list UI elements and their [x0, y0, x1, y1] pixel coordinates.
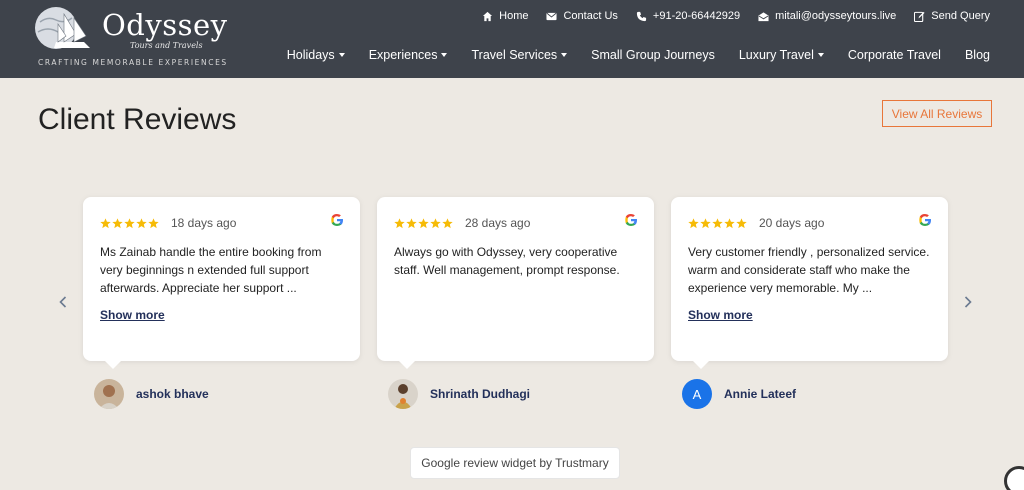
- nav-holidays[interactable]: Holidays: [287, 48, 345, 62]
- section-title: Client Reviews: [38, 103, 237, 136]
- review-date: 20 days ago: [759, 216, 825, 230]
- review-text: Always go with Odyssey, very cooperative…: [394, 245, 620, 277]
- main-nav: Holidays Experiences Travel Services Sma…: [287, 48, 990, 62]
- reviewer-name: Annie Lateef: [724, 387, 797, 401]
- envelope-icon: [546, 12, 558, 20]
- google-icon: [331, 214, 343, 226]
- top-link-send-query-label: Send Query: [931, 10, 990, 22]
- top-link-phone[interactable]: +91-20-66442929: [636, 10, 740, 22]
- home-icon: [483, 11, 493, 21]
- review-card: 18 days ago Ms Zainab handle the entire …: [83, 197, 360, 369]
- star-icon: [442, 217, 453, 228]
- nav-blog-label: Blog: [964, 48, 990, 62]
- avatar: A: [682, 379, 712, 409]
- star-icon: [112, 217, 123, 228]
- chat-widget-button[interactable]: [1004, 466, 1024, 490]
- star-rating: [394, 217, 453, 229]
- caret-down-icon: [561, 53, 568, 57]
- caret-down-icon: [817, 53, 824, 57]
- star-icon: [406, 217, 417, 228]
- nav-corporate-travel[interactable]: Corporate Travel: [848, 48, 941, 62]
- reviewer: ashok bhave: [94, 379, 209, 409]
- top-link-email[interactable]: mitali@odysseytours.live: [758, 10, 896, 22]
- star-icon: [124, 217, 135, 228]
- globe-ship-icon: [35, 7, 90, 49]
- carousel-prev-button[interactable]: [56, 294, 70, 310]
- top-link-contact-label: Contact Us: [563, 10, 618, 22]
- star-icon: [418, 217, 429, 228]
- star-icon: [100, 217, 111, 228]
- star-icon: [430, 217, 441, 228]
- star-icon: [724, 217, 735, 228]
- nav-small-group-journeys[interactable]: Small Group Journeys: [591, 48, 715, 62]
- view-all-reviews-button[interactable]: View All Reviews: [882, 100, 992, 127]
- star-icon: [712, 217, 723, 228]
- avatar-initial: A: [692, 386, 702, 402]
- star-icon: [136, 217, 147, 228]
- top-contact-bar: Home Contact Us +91-20-66442929 mitali@o…: [482, 10, 990, 22]
- nav-holidays-label: Holidays: [286, 48, 335, 62]
- brand-tagline: CRAFTING MEMORABLE EXPERIENCES: [38, 58, 228, 67]
- brand-logo[interactable]: Odyssey Tours and Travels CRAFTING MEMOR…: [34, 4, 234, 68]
- star-icon: [148, 217, 159, 228]
- reviewer-name: ashok bhave: [136, 387, 209, 401]
- email-open-icon: [758, 11, 769, 21]
- top-link-phone-label: +91-20-66442929: [652, 10, 741, 22]
- reviewer: A Annie Lateef: [682, 379, 796, 409]
- nav-travel-services[interactable]: Travel Services: [471, 48, 568, 62]
- nav-small-group-label: Small Group Journeys: [591, 48, 715, 62]
- trustmary-widget-badge[interactable]: Google review widget by Trustmary: [410, 447, 620, 479]
- star-icon: [736, 217, 747, 228]
- brand-name: Odyssey: [102, 8, 228, 42]
- star-icon: [688, 217, 699, 228]
- site-header: Odyssey Tours and Travels CRAFTING MEMOR…: [0, 0, 1024, 78]
- google-icon: [919, 214, 931, 226]
- nav-corporate-label: Corporate Travel: [847, 48, 941, 62]
- review-date: 18 days ago: [171, 216, 237, 230]
- user-photo-icon: [388, 379, 418, 409]
- star-rating: [688, 217, 747, 229]
- star-icon: [394, 217, 405, 228]
- show-more-link[interactable]: Show more: [100, 308, 165, 322]
- top-link-email-label: mitali@odysseytours.live: [775, 10, 897, 22]
- top-link-send-query[interactable]: Send Query: [914, 10, 990, 22]
- carousel-next-button[interactable]: [961, 294, 975, 310]
- nav-experiences[interactable]: Experiences: [369, 48, 448, 62]
- reviewer-name: Shrinath Dudhagi: [430, 387, 530, 401]
- star-rating: [100, 217, 159, 229]
- review-text: Ms Zainab handle the entire booking from…: [100, 245, 322, 295]
- reviewer: Shrinath Dudhagi: [388, 379, 530, 409]
- top-link-contact[interactable]: Contact Us: [546, 10, 618, 22]
- nav-luxury-label: Luxury Travel: [738, 48, 814, 62]
- star-icon: [700, 217, 711, 228]
- review-card: 20 days ago Very customer friendly , per…: [671, 197, 948, 369]
- review-text: Very customer friendly , personalized se…: [688, 245, 930, 295]
- user-photo-icon: [94, 379, 124, 409]
- nav-travel-services-label: Travel Services: [471, 48, 558, 62]
- top-link-home[interactable]: Home: [482, 10, 528, 22]
- review-card: 28 days ago Always go with Odyssey, very…: [377, 197, 654, 369]
- google-icon: [625, 214, 637, 226]
- review-date: 28 days ago: [465, 216, 531, 230]
- phone-icon: [636, 11, 646, 21]
- chevron-left-icon: [59, 296, 67, 308]
- caret-down-icon: [338, 53, 345, 57]
- brand-subtitle: Tours and Travels: [130, 41, 203, 50]
- avatar: [94, 379, 124, 409]
- nav-blog[interactable]: Blog: [965, 48, 990, 62]
- top-link-home-label: Home: [499, 10, 529, 22]
- nav-experiences-label: Experiences: [368, 48, 438, 62]
- show-more-link[interactable]: Show more: [688, 308, 753, 322]
- avatar: [388, 379, 418, 409]
- edit-icon: [914, 11, 925, 22]
- caret-down-icon: [441, 53, 448, 57]
- nav-luxury-travel[interactable]: Luxury Travel: [739, 48, 824, 62]
- chevron-right-icon: [964, 296, 972, 308]
